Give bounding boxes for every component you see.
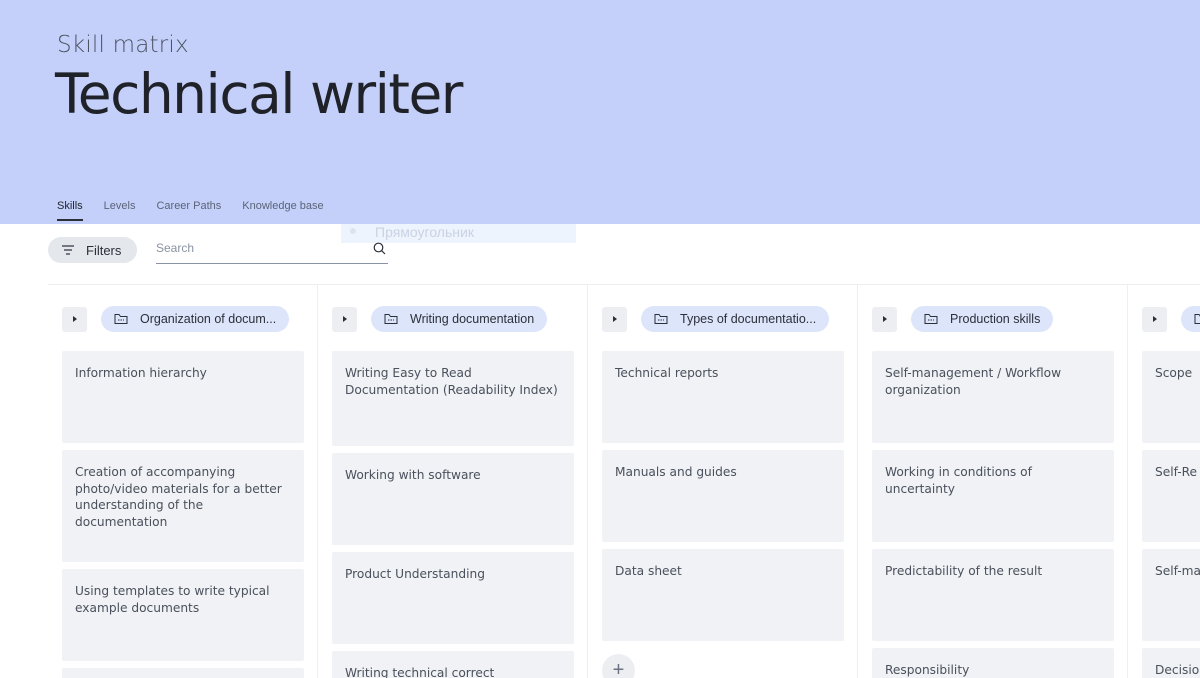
skill-card[interactable]: Predictability of the result bbox=[872, 549, 1114, 641]
caret-right-icon bbox=[342, 316, 347, 322]
skill-card[interactable]: Writing Easy to Read Documentation (Read… bbox=[332, 351, 574, 446]
skill-card[interactable]: Information hierarchy bbox=[62, 351, 304, 443]
filter-icon bbox=[62, 245, 74, 255]
expand-toggle[interactable] bbox=[872, 306, 897, 332]
skill-card[interactable]: Working in conditions of uncertainty bbox=[872, 450, 1114, 542]
search-box bbox=[156, 237, 388, 264]
skill-card[interactable]: Data sheet bbox=[602, 549, 844, 641]
category-pill[interactable]: Organization of docum... bbox=[101, 306, 290, 332]
skill-card[interactable]: Using templates to write typical example… bbox=[62, 569, 304, 661]
category-label: Writing documentation bbox=[410, 312, 535, 326]
skill-card[interactable]: Writing technical correct bbox=[332, 651, 574, 678]
expand-toggle[interactable] bbox=[332, 306, 357, 332]
search-input[interactable] bbox=[156, 237, 356, 259]
page-title: Technical writer bbox=[55, 62, 463, 126]
category-pill[interactable]: Writing documentation bbox=[371, 306, 548, 332]
caret-right-icon bbox=[882, 316, 887, 322]
skill-card[interactable]: Decisio bbox=[1142, 648, 1200, 678]
folder-icon bbox=[654, 314, 668, 324]
folder-icon bbox=[924, 314, 938, 324]
column-header: Production skills bbox=[872, 306, 1054, 332]
page-header: Skill matrix Technical writer Skills Lev… bbox=[0, 0, 1200, 224]
skill-card[interactable]: Creation of accompanying photo/video mat… bbox=[62, 450, 304, 562]
column-header: Types of documentatio... bbox=[602, 306, 830, 332]
caret-right-icon bbox=[1152, 316, 1157, 322]
skill-card[interactable]: Responsibility bbox=[872, 648, 1114, 678]
category-label: Production skills bbox=[950, 312, 1041, 326]
folder-icon bbox=[114, 314, 128, 324]
tab-career-paths[interactable]: Career Paths bbox=[156, 200, 221, 221]
expand-toggle[interactable] bbox=[62, 306, 87, 332]
skill-card[interactable]: Self-ma bbox=[1142, 549, 1200, 641]
folder-icon bbox=[384, 314, 398, 324]
column-header bbox=[1142, 306, 1200, 332]
add-skill-button[interactable]: + bbox=[602, 654, 635, 678]
tab-bar: Skills Levels Career Paths Knowledge bas… bbox=[57, 200, 345, 221]
skill-card[interactable]: Self-Re bbox=[1142, 450, 1200, 542]
caret-right-icon bbox=[612, 316, 617, 322]
tab-knowledge-base[interactable]: Knowledge base bbox=[242, 200, 323, 221]
filters-button[interactable]: Filters bbox=[48, 237, 137, 263]
skill-card[interactable] bbox=[62, 668, 304, 678]
skill-card[interactable]: Technical reports bbox=[602, 351, 844, 443]
page-subtitle: Skill matrix bbox=[57, 32, 189, 58]
skill-card[interactable]: Working with software bbox=[332, 453, 574, 545]
category-pill[interactable]: Production skills bbox=[911, 306, 1054, 332]
skill-board: Organization of docum... Information hie… bbox=[48, 284, 1200, 678]
skill-card[interactable]: Self-management / Workflow organization bbox=[872, 351, 1114, 443]
tab-levels[interactable]: Levels bbox=[104, 200, 136, 221]
search-icon[interactable] bbox=[373, 242, 386, 255]
skill-column: Organization of docum... Information hie… bbox=[48, 285, 318, 678]
category-pill[interactable]: Types of documentatio... bbox=[641, 306, 830, 332]
category-pill[interactable] bbox=[1181, 306, 1200, 332]
filters-label: Filters bbox=[86, 242, 122, 258]
expand-toggle[interactable] bbox=[1142, 306, 1167, 332]
skill-column: Types of documentatio... Technical repor… bbox=[588, 285, 858, 678]
skill-card[interactable]: Product Understanding bbox=[332, 552, 574, 644]
caret-right-icon bbox=[72, 316, 77, 322]
column-header: Writing documentation bbox=[332, 306, 548, 332]
folder-icon bbox=[1194, 314, 1200, 324]
category-label: Types of documentatio... bbox=[680, 312, 817, 326]
tab-skills[interactable]: Skills bbox=[57, 200, 83, 221]
category-label: Organization of docum... bbox=[140, 312, 277, 326]
skill-card[interactable]: Manuals and guides bbox=[602, 450, 844, 542]
column-header: Organization of docum... bbox=[62, 306, 290, 332]
skill-card[interactable]: Scope bbox=[1142, 351, 1200, 443]
expand-toggle[interactable] bbox=[602, 306, 627, 332]
skill-column: Scope Self-Re Self-ma Decisio bbox=[1128, 285, 1200, 678]
skill-column: Writing documentation Writing Easy to Re… bbox=[318, 285, 588, 678]
ghost-dot-icon bbox=[350, 228, 356, 234]
skill-column: Production skills Self-management / Work… bbox=[858, 285, 1128, 678]
toolbar: Filters bbox=[48, 237, 1200, 267]
